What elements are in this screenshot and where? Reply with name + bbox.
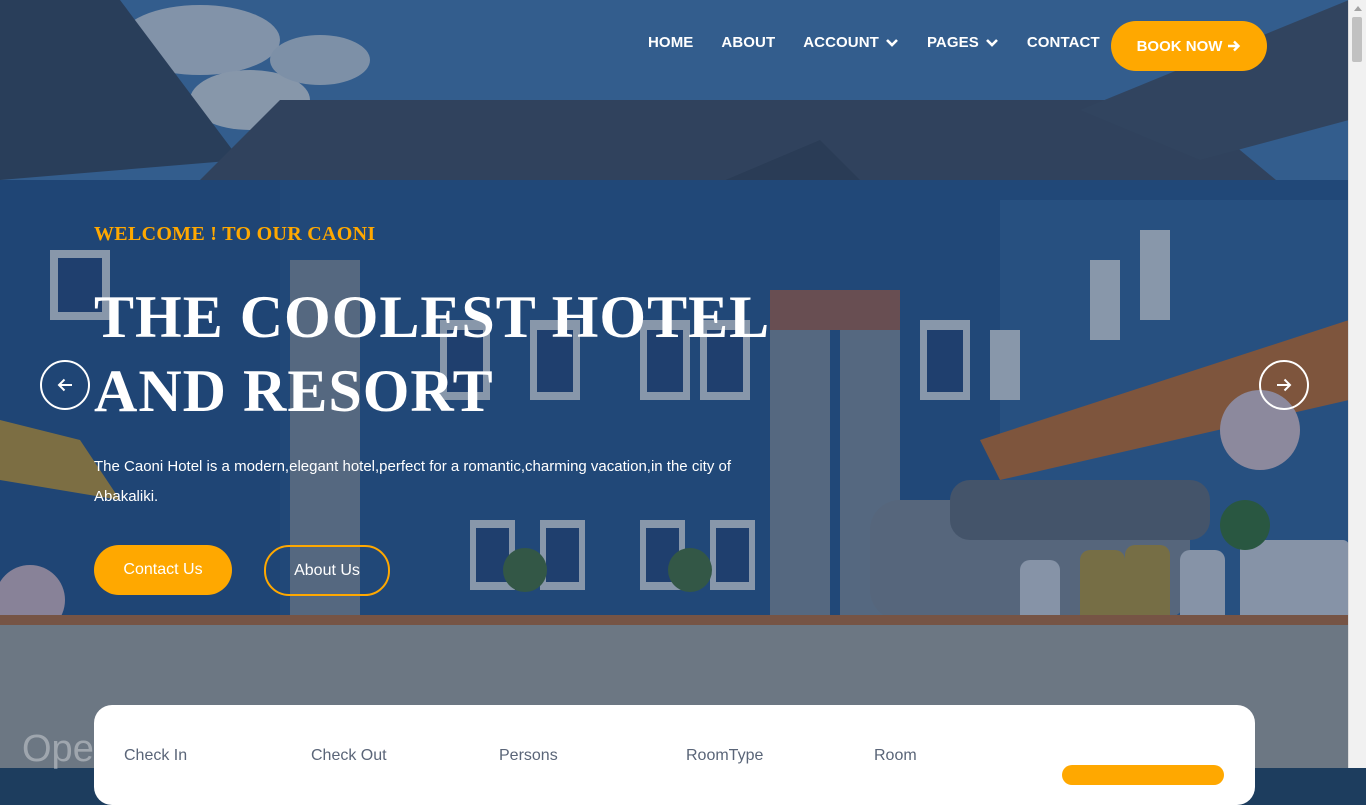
nav-contact-label: CONTACT	[1026, 34, 1100, 51]
arrow-right-icon	[1277, 378, 1292, 392]
nav-pages[interactable]: PAGES	[927, 34, 999, 51]
nav-account-label: ACCOUNT	[803, 34, 879, 51]
arrow-right-icon	[1228, 40, 1241, 52]
arrow-left-icon	[57, 378, 72, 392]
book-now-label: BOOK NOW	[1136, 37, 1223, 55]
nav-home[interactable]: HOME	[648, 34, 693, 51]
carousel-next-button[interactable]	[1259, 360, 1309, 410]
persons-field[interactable]: Persons	[499, 747, 558, 765]
room-type-field[interactable]: RoomType	[686, 747, 763, 765]
page-scrollbar[interactable]	[1348, 0, 1366, 768]
nav-about-label: ABOUT	[721, 34, 776, 51]
book-now-button[interactable]: BOOK NOW	[1111, 21, 1267, 71]
chevron-down-icon	[985, 38, 998, 47]
headline-line-2: AND RESORT	[94, 358, 494, 424]
check-out-field[interactable]: Check Out	[311, 747, 387, 765]
booking-submit-button[interactable]	[1062, 765, 1224, 785]
nav-contact[interactable]: CONTACT	[1027, 34, 1100, 51]
background-watermark-text: Ope	[22, 728, 94, 770]
nav-home-label: HOME	[648, 34, 694, 51]
contact-us-button[interactable]: Contact Us	[94, 545, 232, 595]
booking-form: Check In Check Out Persons RoomType Room	[94, 705, 1255, 805]
scroll-up-icon[interactable]	[1349, 0, 1366, 17]
main-nav: HOME ABOUT ACCOUNT PAGES CONTACT	[648, 34, 1100, 51]
nav-about[interactable]: ABOUT	[721, 34, 775, 51]
hero-description: The Caoni Hotel is a modern,elegant hote…	[94, 458, 731, 505]
about-us-button[interactable]: About Us	[264, 545, 390, 596]
nav-account[interactable]: ACCOUNT	[803, 34, 899, 51]
welcome-text: WELCOME ! TO OUR CAONI	[94, 223, 376, 245]
room-field[interactable]: Room	[874, 747, 917, 765]
headline-line-1: THE COOLEST HOTEL	[94, 284, 771, 350]
chevron-down-icon	[886, 38, 898, 47]
scrollbar-thumb[interactable]	[1352, 17, 1362, 62]
nav-pages-label: PAGES	[926, 34, 979, 51]
carousel-prev-button[interactable]	[40, 360, 90, 410]
hero-headline: THE COOLEST HOTEL AND RESORT	[94, 280, 814, 428]
check-in-field[interactable]: Check In	[124, 747, 187, 765]
